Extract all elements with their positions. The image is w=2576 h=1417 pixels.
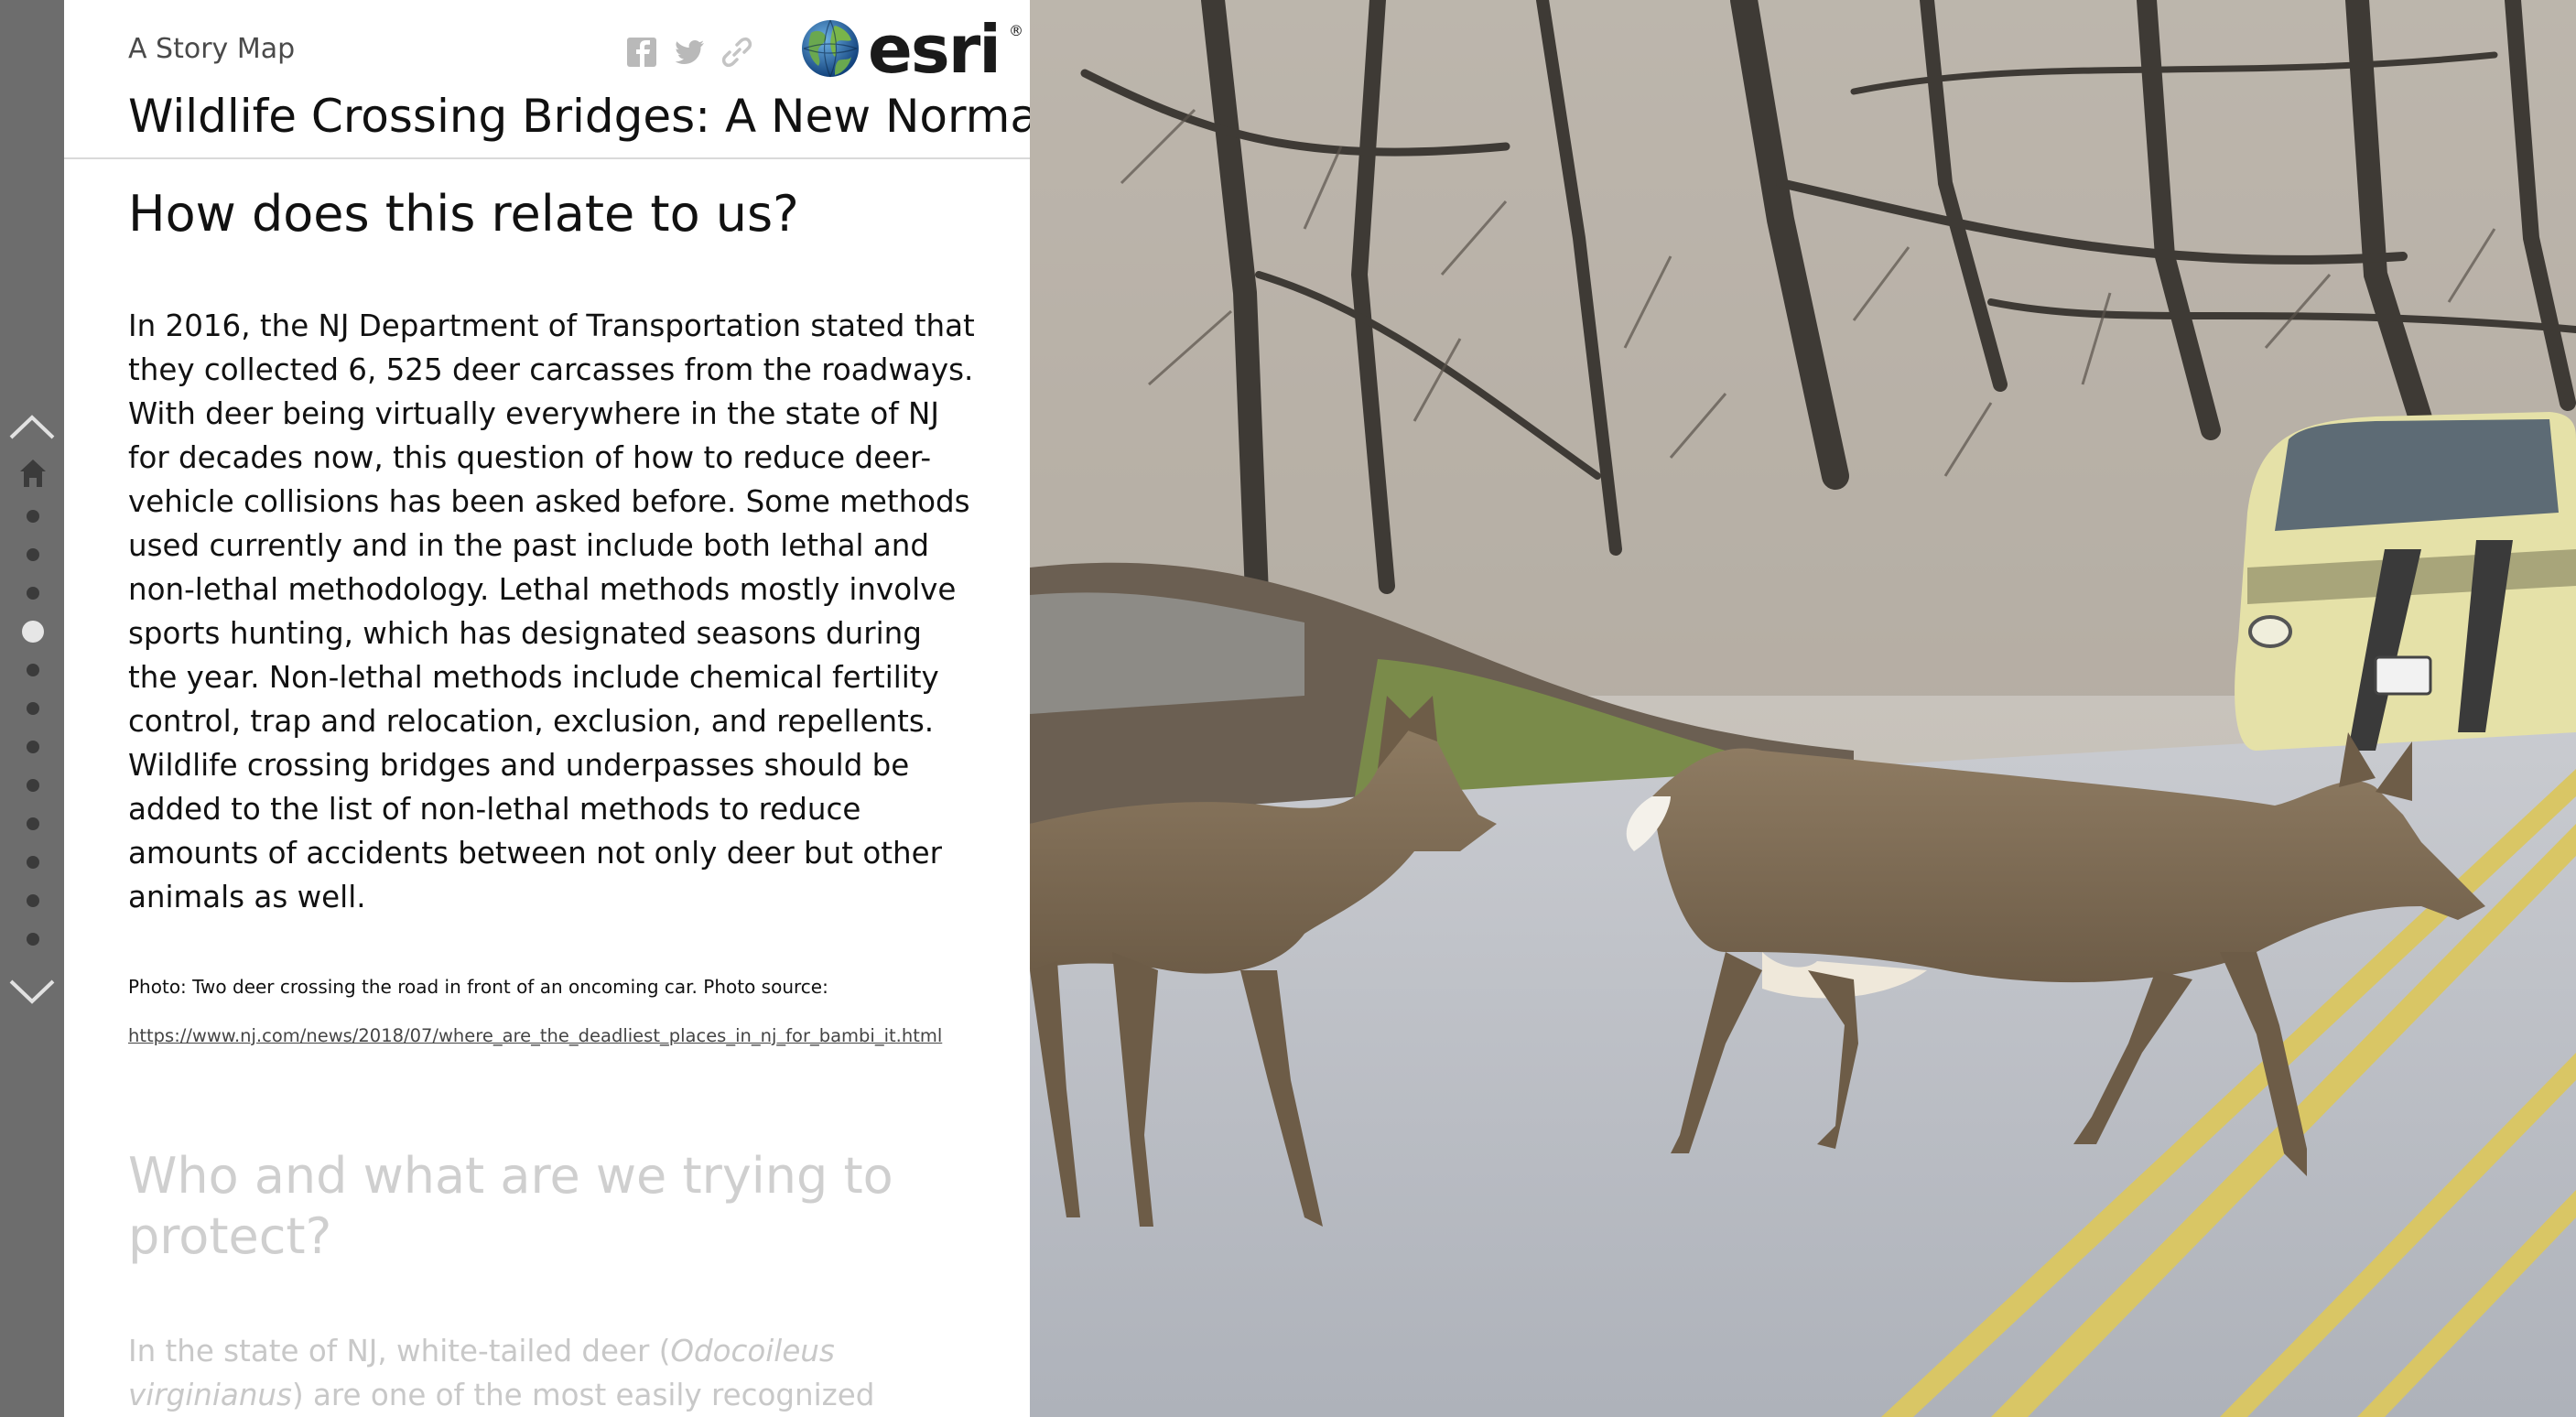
esri-logo[interactable]: esri ®	[798, 11, 1030, 88]
section-dot-3[interactable]	[27, 587, 39, 600]
section-dot-11[interactable]	[27, 894, 39, 907]
link-icon[interactable]	[720, 35, 754, 70]
chevron-down-icon[interactable]	[7, 978, 57, 1009]
story-title: Wildlife Crossing Bridges: A New Normal	[128, 90, 1030, 143]
section-dot-12[interactable]	[27, 933, 39, 946]
section-dot-2[interactable]	[27, 548, 39, 561]
section-heading: How does this relate to us?	[128, 185, 799, 243]
section-nav-rail	[0, 0, 64, 1417]
yellow-car	[2235, 412, 2576, 751]
globe-icon	[802, 19, 859, 78]
section-dot-1[interactable]	[27, 510, 39, 523]
section-dot-10[interactable]	[27, 856, 39, 869]
story-subtitle: A Story Map	[128, 33, 296, 65]
facebook-icon[interactable]	[624, 35, 659, 70]
section-body: In 2016, the NJ Department of Transporta…	[128, 308, 975, 914]
chevron-up-icon[interactable]	[7, 410, 57, 441]
twitter-icon[interactable]	[672, 35, 707, 70]
section-dot-7[interactable]	[27, 741, 39, 753]
next-section-body-start: In the state of NJ, white-tailed deer (	[128, 1334, 671, 1368]
next-section-body: In the state of NJ, white-tailed deer (O…	[128, 1329, 980, 1417]
photo-caption: Photo: Two deer crossing the road in fro…	[128, 976, 828, 998]
photo-source-link[interactable]: https://www.nj.com/news/2018/07/where_ar…	[128, 1025, 942, 1046]
next-section-heading: Who and what are we trying to protect?	[128, 1147, 893, 1265]
main-stage-photo	[1030, 0, 2576, 1417]
deer-crossing-road-photo	[1030, 0, 2576, 1417]
section-dot-5[interactable]	[27, 664, 39, 676]
story-header: A Story Map Wildlife Crossing Bridges: A…	[64, 0, 1030, 159]
story-side-panel: A Story Map Wildlife Crossing Bridges: A…	[64, 0, 1030, 1417]
section-dot-9[interactable]	[27, 817, 39, 830]
section-dot-4[interactable]	[22, 621, 44, 643]
esri-logo-text: esri	[868, 11, 1001, 88]
registered-mark: ®	[1009, 22, 1023, 39]
home-icon[interactable]	[19, 458, 47, 489]
section-dot-8[interactable]	[27, 779, 39, 792]
section-dot-6[interactable]	[27, 702, 39, 715]
